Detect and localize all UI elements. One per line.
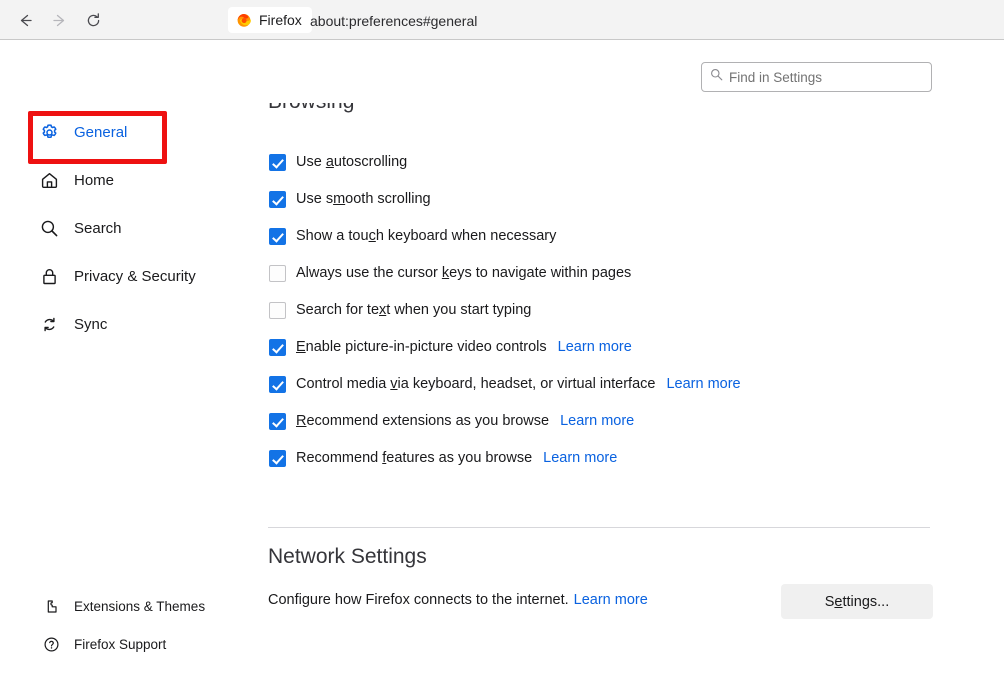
option-use-autoscrolling[interactable]: Use autoscrolling [269,151,407,173]
option-label: Use autoscrolling [296,154,407,170]
network-description-text: Configure how Firefox connects to the in… [268,592,569,608]
option-recommend-extensions[interactable]: Recommend extensions as you browse Learn… [269,410,634,432]
network-settings-button[interactable]: Settings... [781,584,933,619]
option-label: Search for text when you start typing [296,302,531,318]
sidebar-item-extensions-themes[interactable]: Extensions & Themes [42,593,205,619]
network-settings-description: Configure how Firefox connects to the in… [268,592,648,608]
option-recommend-features[interactable]: Recommend features as you browse Learn m… [269,447,617,469]
sidebar-item-label: Extensions & Themes [74,599,205,614]
sidebar-item-label: Home [74,172,114,189]
learn-more-link[interactable]: Learn more [543,450,617,466]
checkbox[interactable] [269,302,286,319]
learn-more-link[interactable]: Learn more [558,339,632,355]
option-search-text-on-typing[interactable]: Search for text when you start typing [269,299,531,321]
sidebar-item-general[interactable]: General [38,117,127,147]
learn-more-link[interactable]: Learn more [574,592,648,608]
browser-toolbar: Firefox about:preferences#general [0,0,1004,40]
option-control-media[interactable]: Control media via keyboard, headset, or … [269,373,741,395]
sync-icon [38,313,60,335]
sidebar-item-label: Firefox Support [74,637,166,652]
sidebar-item-sync[interactable]: Sync [38,309,107,339]
forward-button[interactable] [42,4,76,36]
option-label: Always use the cursor keys to navigate w… [296,265,631,281]
tab-title: Firefox [259,12,302,28]
option-use-smooth-scrolling[interactable]: Use smooth scrolling [269,188,431,210]
option-label: Use smooth scrolling [296,191,431,207]
home-icon [38,169,60,191]
sidebar-item-label: Search [74,220,122,237]
option-cursor-keys-navigate[interactable]: Always use the cursor keys to navigate w… [269,262,631,284]
address-bar[interactable]: about:preferences#general [310,13,477,29]
option-label: Enable picture-in-picture video controls [296,339,547,355]
back-button[interactable] [8,4,42,36]
option-label: Control media via keyboard, headset, or … [296,376,655,392]
puzzle-piece-icon [42,597,60,615]
search-icon [38,217,60,239]
sidebar-item-label: Privacy & Security [74,268,196,285]
option-label: Recommend extensions as you browse [296,413,549,429]
learn-more-link[interactable]: Learn more [666,376,740,392]
reload-button[interactable] [76,4,110,36]
navigation-buttons [8,4,110,36]
checkbox[interactable] [269,413,286,430]
option-label: Show a touch keyboard when necessary [296,228,556,244]
checkbox[interactable] [269,339,286,356]
browsing-section-heading: Browsing [268,103,668,125]
forward-arrow-icon [51,12,68,29]
sidebar-item-label: Sync [74,316,107,333]
learn-more-link[interactable]: Learn more [560,413,634,429]
checkbox[interactable] [269,450,286,467]
checkbox[interactable] [269,376,286,393]
browser-tab-firefox[interactable]: Firefox [228,7,312,33]
browsing-heading-text: Browsing [268,103,354,114]
lock-icon [38,265,60,287]
checkbox[interactable] [269,191,286,208]
option-picture-in-picture[interactable]: Enable picture-in-picture video controls… [269,336,632,358]
checkbox[interactable] [269,265,286,282]
preferences-page: General Home Search [0,41,1004,690]
reload-icon [85,12,102,29]
firefox-logo-icon [236,12,252,28]
sidebar-item-label: General [74,124,127,141]
sidebar-item-search[interactable]: Search [38,213,122,243]
settings-main-panel: Browsing Use autoscrolling Use smooth sc… [250,41,1004,690]
sidebar-item-privacy-security[interactable]: Privacy & Security [38,261,196,291]
sidebar-item-home[interactable]: Home [38,165,114,195]
network-settings-heading: Network Settings [268,545,427,569]
sidebar-item-firefox-support[interactable]: Firefox Support [42,631,166,657]
checkbox[interactable] [269,228,286,245]
question-mark-circle-icon [42,635,60,653]
checkbox[interactable] [269,154,286,171]
section-divider [268,527,930,528]
option-show-touch-keyboard[interactable]: Show a touch keyboard when necessary [269,225,556,247]
back-arrow-icon [17,12,34,29]
option-label: Recommend features as you browse [296,450,532,466]
gear-icon [38,121,60,143]
preferences-sidebar: General Home Search [0,41,250,690]
